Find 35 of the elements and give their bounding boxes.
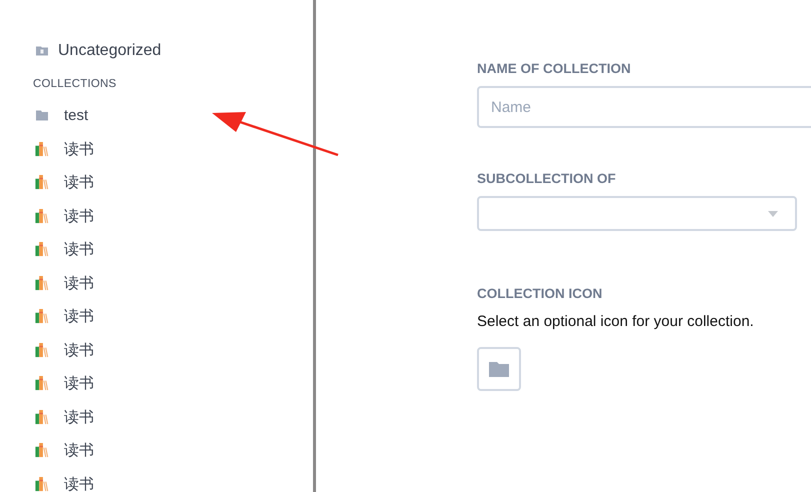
subcollection-dropdown[interactable] (477, 196, 797, 231)
sidebar-item[interactable]: 读书 (33, 233, 313, 266)
sidebar-item[interactable]: 读书 (33, 400, 313, 434)
sidebar-item[interactable]: 读书 (33, 468, 313, 492)
sidebar-item[interactable]: 读书 (33, 166, 313, 200)
books-icon (35, 376, 49, 392)
books-icon (35, 342, 49, 358)
books-icon (35, 142, 49, 157)
field-label: COLLECTION ICON (477, 286, 604, 301)
folder-icon (35, 108, 49, 124)
folder-icon (489, 361, 509, 377)
books-icon (35, 443, 49, 458)
books-icon (35, 208, 49, 224)
sidebar-item[interactable]: 读书 (33, 300, 313, 334)
field-label: NAME OF COLLECTION (477, 61, 632, 76)
section-title: COLLECTIONS (33, 78, 118, 90)
icon-picker-button[interactable] (477, 347, 521, 391)
sidebar-item[interactable]: 读书 (33, 266, 313, 300)
sidebar-item[interactable]: 读书 (33, 200, 313, 233)
sidebar-item[interactable]: test (33, 99, 313, 132)
sidebar-item[interactable]: 读书 (33, 334, 313, 367)
sidebar-item[interactable]: 读书 (33, 367, 313, 400)
sidebar-item[interactable]: Uncategorized (33, 39, 313, 62)
caret-icon (768, 210, 778, 216)
books-icon (35, 476, 49, 492)
books-icon (35, 309, 49, 324)
field-label: SUBCOLLECTION OF (477, 171, 617, 186)
hint-text: Select an optional icon for your collection. (477, 313, 755, 330)
sidebar-item[interactable]: 读书 (33, 132, 313, 166)
sidebar-item[interactable]: 读书 (33, 434, 313, 468)
name-field[interactable]: Name (477, 86, 811, 128)
books-icon (35, 242, 49, 258)
books-icon (35, 410, 49, 425)
books-icon (35, 175, 49, 190)
books-icon (35, 276, 49, 291)
